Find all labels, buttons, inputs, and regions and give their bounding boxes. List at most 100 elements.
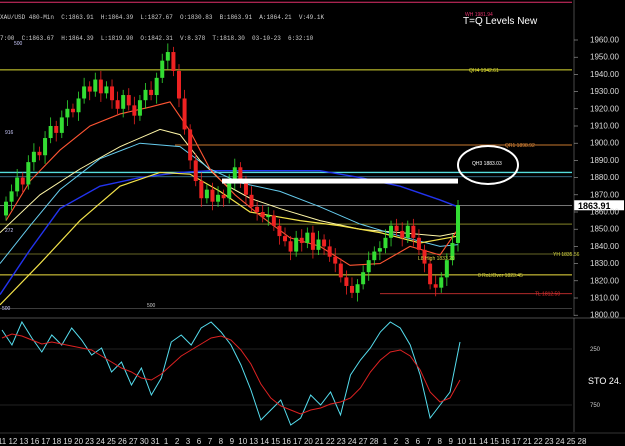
candle-body [87,86,92,92]
candle-body [143,89,148,101]
date-label: 22 [534,437,543,446]
date-label: 8 [438,437,443,446]
chart-canvas: WH 1981.94QH4 1942.61QR1 1898.92QH3 1883… [0,0,625,446]
date-label: 31 [151,437,160,446]
candle-body [104,86,109,94]
candle-body [383,237,388,249]
candle-body [299,237,304,243]
header-line-1: XAU/USD 480-Min C:1863.91 H:1864.39 L:18… [0,14,325,21]
candle-body [366,260,371,273]
date-label: 21 [315,437,324,446]
candle-body [322,239,327,247]
date-label: 24 [348,437,357,446]
candle-body [26,162,31,185]
date-label: 19 [63,437,72,446]
date-label: 25 [107,437,116,446]
date-label: 13 [249,437,258,446]
candle-body [82,86,87,99]
candle-body [15,177,20,192]
candle-body [221,194,226,199]
date-label: 6 [416,437,421,446]
price-tick-label: 1950.00 [590,53,619,62]
date-label: 6 [197,437,202,446]
candle-body [98,79,103,94]
candle-body [160,60,165,78]
price-tick-label: 1880.00 [590,173,619,182]
candle-body [227,181,232,199]
date-label: 20 [304,437,313,446]
date-label: 18 [52,437,61,446]
candle-body [48,126,53,139]
candle-body [210,189,215,202]
candle-body [372,251,377,261]
candle-body [439,277,444,288]
candle-body [305,232,310,243]
level-label: YH 1835.56 [553,252,580,258]
date-label: 23 [545,437,554,446]
date-label: 24 [556,437,565,446]
candle-body [149,89,154,96]
symbol-header: XAU/USD 480-Min C:1863.91 H:1864.39 L:18… [0,0,324,49]
date-label: 1 [164,437,169,446]
level-label: QR1 1898.92 [505,143,535,149]
candle-body [65,108,70,118]
mid-scale-label: 500 [147,303,156,309]
date-label: 27 [129,437,138,446]
candle-body [182,98,187,130]
price-tick-label: 1960.00 [590,36,619,45]
date-label: 16 [30,437,39,446]
date-label: 14 [260,437,269,446]
candle-body [310,232,315,250]
candle-body [126,95,131,106]
level-label: 0 RoLlOver 1823.45 [478,273,523,279]
highlight-band [222,178,458,184]
date-label: 3 [186,437,191,446]
date-label: 1 [383,437,388,446]
date-label: 17 [293,437,302,446]
candle-body [249,194,254,207]
price-tick-label: 1810.00 [590,294,619,303]
candle-body [266,215,271,218]
price-tick-label: 1900.00 [590,139,619,148]
date-label: 22 [326,437,335,446]
price-tick-label: 1920.00 [590,104,619,113]
date-label: 16 [282,437,291,446]
date-label: 9 [230,437,235,446]
date-label: 15 [490,437,499,446]
candle-body [394,225,399,231]
date-label: 13 [19,437,28,446]
candle-body [76,98,81,113]
price-tick-label: 1910.00 [590,122,619,131]
date-label: 7 [208,437,213,446]
price-tick-label: 1870.00 [590,190,619,199]
date-label: 16 [501,437,510,446]
candle-body [165,52,170,61]
date-label: 28 [370,437,379,446]
candle-body [355,284,360,293]
candle-body [400,230,405,238]
candle-body [255,206,260,212]
level-label: QH4 1942.61 [469,68,499,74]
candle-body [377,248,382,252]
level-label: L8 High 1833.20 [418,256,455,262]
date-label: 2 [175,437,180,446]
candle-body [176,70,181,99]
header-line-2: 7:00 C:1863.67 H:1864.39 L:1819.90 O:184… [0,35,314,42]
candle-body [444,260,449,278]
candle-body [338,263,343,278]
date-label: 8 [219,437,224,446]
candle-body [316,239,321,250]
date-label: 9 [448,437,453,446]
osc-tick: 250 [590,347,601,353]
date-label: 11 [0,437,7,446]
candle-body [361,272,366,285]
candle-body [456,205,460,243]
level-label: TL 1812.50 [535,292,560,298]
candle-body [433,284,438,288]
price-tick-label: 1830.00 [590,259,619,268]
candle-body [115,100,120,109]
candle-body [333,256,338,264]
candle-body [271,215,276,226]
candle-body [171,52,176,71]
price-tick-label: 1820.00 [590,276,619,285]
